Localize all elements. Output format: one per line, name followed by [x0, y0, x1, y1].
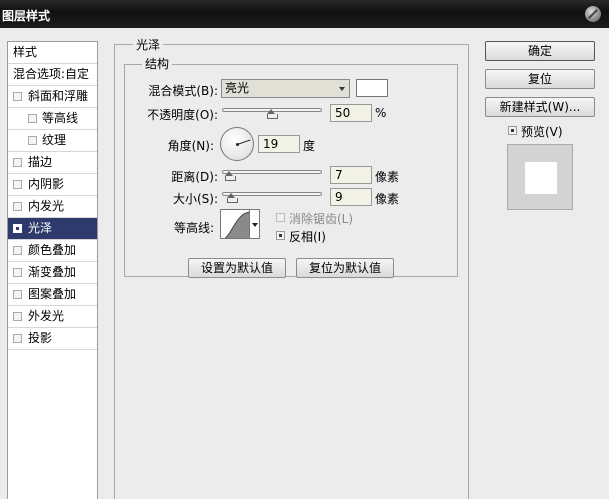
checkbox[interactable] [13, 246, 22, 255]
slider-thumb[interactable] [225, 171, 236, 181]
distance-slider[interactable] [222, 167, 322, 181]
checkbox[interactable] [13, 290, 22, 299]
checkbox[interactable] [28, 136, 37, 145]
reset-button[interactable]: 复位 [485, 69, 595, 89]
style-list-item-label: 投影 [28, 331, 53, 345]
style-list-item-label: 内发光 [28, 199, 65, 213]
style-list-item-stroke[interactable]: 描边 [8, 152, 97, 174]
style-list-item-label: 图案叠加 [28, 287, 77, 301]
contour-label: 等高线: [173, 221, 214, 235]
blend-mode-select[interactable]: 亮光 [221, 79, 350, 98]
new-style-button[interactable]: 新建样式(W)... [485, 97, 595, 117]
structure-group-title: 结构 [142, 55, 173, 72]
ok-button[interactable]: 确定 [485, 41, 595, 61]
checkbox[interactable] [13, 224, 22, 233]
style-list-item-styles[interactable]: 样式 [8, 42, 97, 64]
slider-thumb[interactable] [267, 109, 278, 119]
blend-mode-label: 混合模式(B): [148, 84, 218, 98]
invert-checkbox[interactable] [276, 231, 285, 240]
contour-picker[interactable] [220, 209, 250, 239]
checkbox[interactable] [13, 180, 22, 189]
blend-mode-value: 亮光 [225, 81, 250, 95]
chevron-down-icon [339, 87, 345, 91]
style-list-item-label: 描边 [28, 155, 53, 169]
style-list-item-label: 斜面和浮雕 [28, 89, 89, 103]
contour-dropdown[interactable] [250, 209, 260, 239]
preview-shape [525, 162, 557, 194]
style-list-item-drop-shadow[interactable]: 投影 [8, 328, 97, 350]
style-list-item-label: 颜色叠加 [28, 243, 77, 257]
checkbox[interactable] [13, 202, 22, 211]
checkbox[interactable] [13, 158, 22, 167]
style-list-item-pattern-overlay[interactable]: 图案叠加 [8, 284, 97, 306]
preview-label: 预览(V) [521, 125, 563, 139]
size-unit: 像素 [375, 192, 400, 206]
angle-label: 角度(N): [167, 139, 214, 153]
title-bar: 图层样式 [0, 0, 609, 28]
dialog-body: 样式 混合选项:自定 斜面和浮雕 等高线 纹理 描边 内阴影 内发光 光泽 颜色… [0, 28, 609, 499]
checkbox[interactable] [13, 268, 22, 277]
style-list: 样式 混合选项:自定 斜面和浮雕 等高线 纹理 描边 内阴影 内发光 光泽 颜色… [7, 41, 98, 499]
close-icon[interactable] [585, 6, 601, 22]
style-list-item-blending-options[interactable]: 混合选项:自定 [8, 64, 97, 86]
anti-alias-label: 消除锯齿(L) [289, 212, 354, 226]
distance-input[interactable]: 7 [330, 166, 372, 184]
anti-alias-checkbox[interactable] [276, 213, 285, 222]
window-title: 图层样式 [2, 9, 51, 23]
style-list-item-label: 等高线 [42, 111, 79, 125]
style-list-item-label: 样式 [13, 45, 38, 59]
opacity-input[interactable]: 50 [330, 104, 372, 122]
preview-thumbnail [507, 144, 573, 210]
style-list-item-label: 渐变叠加 [28, 265, 77, 279]
opacity-slider[interactable] [222, 105, 322, 119]
satin-group-title: 光泽 [133, 36, 164, 53]
style-list-item-outer-glow[interactable]: 外发光 [8, 306, 97, 328]
style-list-item-label: 光泽 [28, 221, 53, 235]
opacity-label: 不透明度(O): [147, 108, 218, 122]
style-list-item-gradient-overlay[interactable]: 渐变叠加 [8, 262, 97, 284]
style-list-item-texture[interactable]: 纹理 [8, 130, 97, 152]
distance-unit: 像素 [375, 170, 400, 184]
checkbox[interactable] [13, 92, 22, 101]
style-list-item-bevel-emboss[interactable]: 斜面和浮雕 [8, 86, 97, 108]
size-slider[interactable] [222, 189, 322, 203]
checkbox[interactable] [13, 334, 22, 343]
style-list-item-label: 纹理 [42, 133, 67, 147]
style-list-item-label: 内阴影 [28, 177, 65, 191]
checkbox[interactable] [13, 312, 22, 321]
angle-dial[interactable] [220, 127, 254, 161]
angle-input[interactable]: 19 [258, 135, 300, 153]
style-list-item-label: 混合选项:自定 [13, 67, 90, 81]
style-list-item-color-overlay[interactable]: 颜色叠加 [8, 240, 97, 262]
style-list-item-inner-glow[interactable]: 内发光 [8, 196, 97, 218]
size-input[interactable]: 9 [330, 188, 372, 206]
contour-curve-icon [224, 211, 249, 238]
slider-thumb[interactable] [227, 193, 238, 203]
preview-checkbox[interactable] [508, 126, 517, 135]
opacity-unit: % [375, 106, 387, 120]
style-list-item-satin[interactable]: 光泽 [8, 218, 97, 240]
slider-track [222, 192, 322, 196]
distance-label: 距离(D): [171, 170, 218, 184]
reset-default-button[interactable]: 复位为默认值 [296, 258, 394, 278]
style-list-item-contour[interactable]: 等高线 [8, 108, 97, 130]
style-list-item-label: 外发光 [28, 309, 65, 323]
color-swatch[interactable] [356, 79, 388, 97]
checkbox[interactable] [28, 114, 37, 123]
make-default-button[interactable]: 设置为默认值 [188, 258, 286, 278]
invert-label: 反相(I) [289, 230, 326, 244]
angle-needle [237, 139, 251, 145]
angle-hub [236, 143, 239, 146]
style-list-item-inner-shadow[interactable]: 内阴影 [8, 174, 97, 196]
slider-track [222, 170, 322, 174]
size-label: 大小(S): [172, 192, 218, 206]
angle-unit: 度 [303, 139, 316, 153]
